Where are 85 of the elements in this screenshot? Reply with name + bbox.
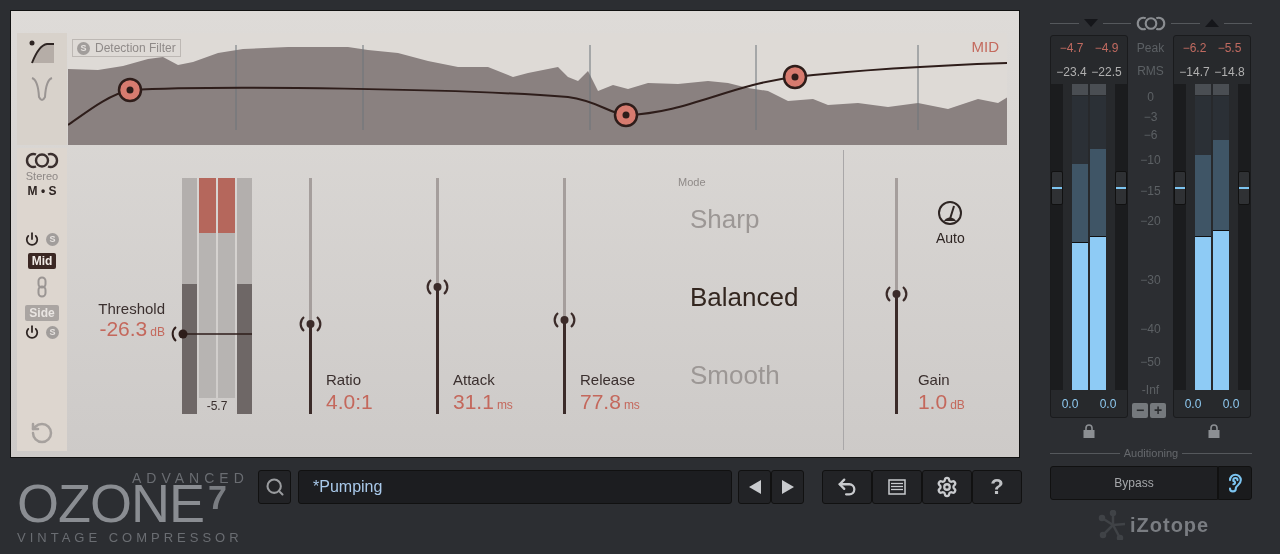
clip-indicator bbox=[1090, 84, 1106, 95]
gain-reading: 0.0 bbox=[1222, 396, 1240, 411]
stereo-link-icon[interactable] bbox=[25, 152, 59, 169]
auditioning-label: Auditioning bbox=[1123, 447, 1179, 459]
zoom-out-button[interactable]: − bbox=[1132, 403, 1148, 418]
slider-track[interactable] bbox=[895, 178, 898, 414]
auto-gain-button[interactable]: Auto bbox=[936, 200, 965, 246]
rms-reading: −22.5 bbox=[1091, 65, 1122, 79]
solo-button[interactable]: S bbox=[46, 232, 59, 246]
clip-indicator bbox=[1213, 84, 1229, 95]
fader-handle[interactable] bbox=[1238, 171, 1250, 206]
fader-handle[interactable] bbox=[1115, 171, 1127, 206]
threshold-value: -26.3 dB bbox=[99, 317, 165, 341]
list-icon bbox=[888, 479, 906, 495]
gain-reduction-reading: -5.7 bbox=[206, 399, 228, 413]
mode-option[interactable]: Balanced bbox=[690, 258, 799, 336]
curve-node[interactable] bbox=[613, 102, 639, 128]
next-preset-button[interactable] bbox=[771, 470, 804, 504]
slider-value: 31.1 ms bbox=[453, 390, 513, 414]
clip-indicator bbox=[1072, 84, 1088, 95]
fader-handle[interactable] bbox=[1174, 171, 1186, 206]
curve-node[interactable] bbox=[117, 77, 143, 103]
peak-reading: −5.5 bbox=[1217, 41, 1242, 55]
slider-track[interactable] bbox=[563, 178, 566, 414]
brand-name: iZotope bbox=[1130, 513, 1210, 537]
band-label: MID bbox=[971, 38, 999, 55]
rms-reading: −23.4 bbox=[1056, 65, 1087, 79]
bypass-button[interactable]: Bypass bbox=[1050, 466, 1218, 500]
undo-button[interactable] bbox=[822, 470, 872, 504]
peak-reading: −4.7 bbox=[1059, 41, 1084, 55]
peak-reading: −6.2 bbox=[1182, 41, 1207, 55]
slider-label: Ratio bbox=[326, 371, 363, 388]
power-icon[interactable] bbox=[25, 232, 39, 246]
help-button[interactable]: ? bbox=[972, 470, 1022, 504]
rms-reading: −14.7 bbox=[1179, 65, 1210, 79]
previous-preset-button[interactable] bbox=[738, 470, 771, 504]
fader-handle[interactable] bbox=[1051, 171, 1063, 206]
gain-reading: 0.0 bbox=[1061, 396, 1079, 411]
channel-tab[interactable]: Mid bbox=[27, 253, 57, 269]
gauge-icon bbox=[937, 200, 964, 226]
slider-track[interactable] bbox=[436, 178, 439, 414]
rms-reading: −14.8 bbox=[1214, 65, 1245, 79]
search-button[interactable] bbox=[258, 470, 291, 504]
fader-track[interactable] bbox=[1115, 84, 1127, 390]
preset-field[interactable]: *Pumping bbox=[298, 470, 732, 504]
slider-value: 77.8 ms bbox=[580, 390, 640, 414]
stereo-link-icon[interactable] bbox=[1136, 15, 1166, 31]
settings-icon bbox=[936, 476, 958, 498]
slider-label: Release bbox=[580, 371, 637, 388]
slider-value: 4.0:1 bbox=[326, 390, 373, 414]
clip-indicator bbox=[1195, 84, 1211, 95]
logo-subtitle: VINTAGE COMPRESSOR bbox=[17, 530, 243, 546]
history-button[interactable] bbox=[872, 470, 922, 504]
curve-node[interactable] bbox=[782, 64, 808, 90]
lock-icon[interactable] bbox=[1083, 424, 1095, 438]
settings-button[interactable] bbox=[922, 470, 972, 504]
filter-label: Detection Filter bbox=[95, 41, 176, 55]
detection-filter-toggle[interactable]: S Detection Filter bbox=[72, 39, 181, 57]
shelf-filter-icon[interactable] bbox=[29, 39, 55, 65]
undo-icon bbox=[836, 476, 858, 498]
fader-track[interactable] bbox=[1174, 84, 1186, 390]
lock-icon[interactable] bbox=[1208, 424, 1220, 438]
mid-side-toggle[interactable]: M • S bbox=[27, 184, 57, 198]
search-icon bbox=[264, 477, 285, 497]
mode-label: Mode bbox=[678, 176, 707, 190]
fader-track[interactable] bbox=[1051, 84, 1063, 390]
channel-tab[interactable]: Side bbox=[25, 305, 59, 321]
solo-button[interactable]: S bbox=[77, 41, 90, 55]
threshold-handle[interactable] bbox=[171, 324, 252, 343]
solo-button[interactable]: S bbox=[46, 325, 59, 339]
slider-value: 1.0 dB bbox=[917, 390, 965, 414]
slider-label: Attack bbox=[453, 371, 496, 388]
fader-track[interactable] bbox=[1238, 84, 1250, 390]
listen-button[interactable] bbox=[1218, 466, 1252, 500]
gain-reading: 0.0 bbox=[1184, 396, 1202, 411]
left-triangle-icon bbox=[748, 480, 761, 494]
gain-reading: 0.0 bbox=[1099, 396, 1117, 411]
stereo-label: Stereo bbox=[25, 170, 59, 182]
threshold-label: Threshold bbox=[98, 300, 165, 317]
zoom-in-button[interactable]: + bbox=[1150, 403, 1166, 418]
right-triangle-icon bbox=[781, 480, 794, 494]
slider-track[interactable] bbox=[309, 178, 312, 414]
slider-label: Gain bbox=[917, 371, 951, 388]
peak-reading: −4.9 bbox=[1094, 41, 1119, 55]
power-icon[interactable] bbox=[25, 325, 39, 339]
